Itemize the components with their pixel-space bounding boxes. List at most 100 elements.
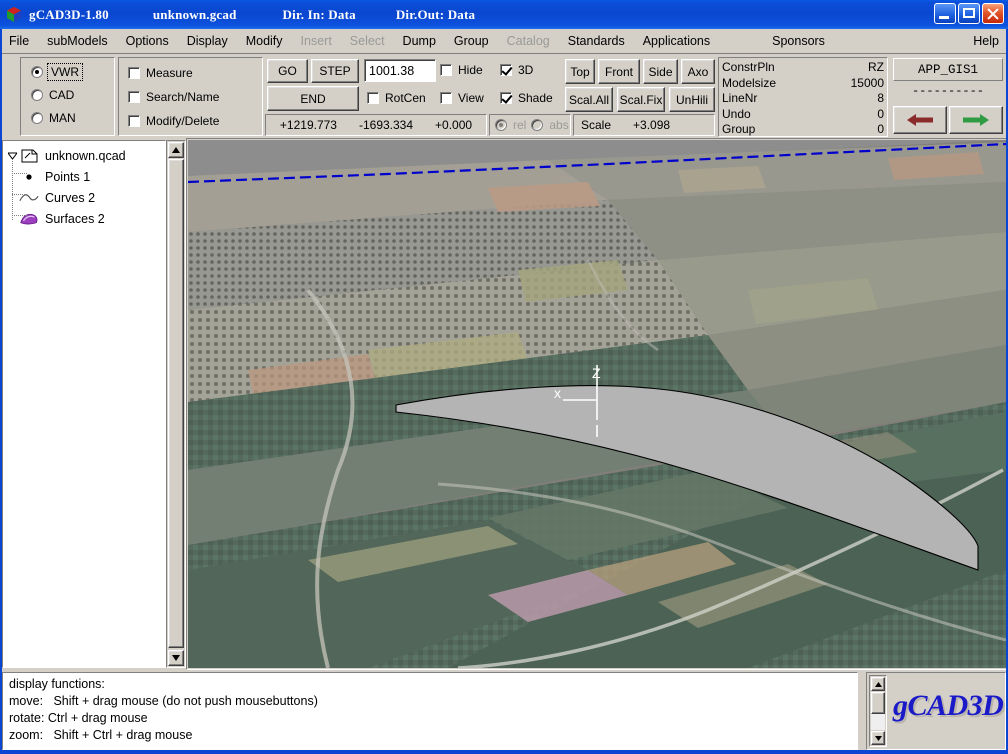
logo-panel: gCAD3D [866,672,1006,750]
scale-readout: Scale +3.098 [573,114,715,136]
checkbox-modify-delete-label: Modify/Delete [146,114,219,128]
checkbox-rotcen-icon [367,92,379,104]
checkbox-measure[interactable]: Measure [128,66,262,80]
mode-vwr[interactable]: VWR [31,65,114,79]
mode-group: VWR CAD MAN [20,57,115,136]
tree-connector-points [12,173,28,174]
status-line-2: move: Shift + drag mouse (do not push mo… [3,693,857,710]
menu-group[interactable]: Group [445,31,498,51]
tree-scroll-thumb[interactable] [168,159,184,648]
model-tree[interactable]: unknown.qcad Points 1 Curves 2 [2,140,166,668]
menu-help[interactable]: Help [964,31,1008,51]
mode-cad[interactable]: CAD [31,88,114,102]
scale-fix-button[interactable]: Scal.Fix [617,87,665,112]
checkbox-rotcen[interactable]: RotCen [367,91,426,105]
logo-scroll-thumb[interactable] [871,692,885,714]
radio-rel-label: rel [513,118,526,132]
menu-standards[interactable]: Standards [559,31,634,51]
tree-connector-surfaces [12,215,28,216]
checkbox-view[interactable]: View [440,91,484,105]
radio-rel[interactable]: rel [495,118,526,132]
forward-button[interactable] [949,106,1003,134]
checkbox-view-label: View [458,91,484,105]
coord-y-value: -1693.334 [359,118,413,132]
checkbox-search-name[interactable]: Search/Name [128,90,262,104]
menu-dump[interactable]: Dump [394,31,445,51]
tree-root-label: unknown.qcad [39,149,126,163]
gcad3d-logo: gCAD3D [893,689,1003,723]
mode-man[interactable]: MAN [31,111,114,125]
axis-indicator: Z x [188,140,1006,668]
info-value-group: 0 [820,122,887,138]
tree-item-points[interactable]: Points 1 [3,166,165,187]
view-side-button[interactable]: Side [643,59,678,84]
tree-connector-curves [12,194,28,195]
checkbox-3d[interactable]: 3D [500,63,533,77]
menu-sponsors[interactable]: Sponsors [763,31,834,51]
tree-scroll-down-button[interactable] [168,650,184,666]
tree-scrollbar[interactable] [166,140,186,668]
menu-applications[interactable]: Applications [634,31,719,51]
window-frame-bottom [0,750,1008,754]
back-arrow-icon [907,113,933,127]
app-name-button[interactable]: APP_GIS1 [893,58,1003,81]
info-value-undo: 0 [820,107,887,123]
logo-scrollbar[interactable] [869,675,887,747]
go-button[interactable]: GO [267,59,308,83]
checkbox-measure-icon [128,67,140,79]
scale-all-button[interactable]: Scal.All [565,87,613,112]
view-top-button[interactable]: Top [565,59,595,84]
coord-mode-group: rel abs [489,114,571,136]
scale-value: +3.098 [633,118,670,132]
info-table: ConstrPln RZ Modelsize 15000 LineNr 8 Un… [719,60,887,138]
checkbox-shade-icon [500,92,512,104]
action-group: Measure Search/Name Modify/Delete [118,57,263,136]
menu-options[interactable]: Options [117,31,178,51]
menu-submodels[interactable]: subModels [38,31,116,51]
unhili-button[interactable]: UnHili [669,87,715,112]
tree-scroll-up-button[interactable] [168,142,184,158]
coord-z-value: +0.000 [435,118,472,132]
value-input[interactable]: 1001.38 [364,59,436,82]
logo-scroll-down-button[interactable] [871,731,885,745]
info-label-undo: Undo [719,107,820,123]
close-button[interactable] [982,3,1004,24]
maximize-button[interactable] [958,3,980,24]
back-button[interactable] [893,106,947,134]
checkbox-shade[interactable]: Shade [500,91,553,105]
tree-item-root[interactable]: unknown.qcad [3,145,165,166]
checkbox-hide-icon [440,64,452,76]
menu-file[interactable]: File [0,31,38,51]
logo-scroll-up-button[interactable] [871,677,885,691]
status-line-1: display functions: [3,676,857,693]
checkbox-view-icon [440,92,452,104]
end-button[interactable]: END [267,86,359,111]
menu-display[interactable]: Display [178,31,237,51]
info-value-constrpln: RZ [820,60,887,76]
menu-select: Select [341,31,394,51]
document-icon [19,149,39,163]
info-value-modelsize: 15000 [820,76,887,92]
minimize-button[interactable] [934,3,956,24]
menu-modify[interactable]: Modify [237,31,292,51]
status-line-3: rotate: Ctrl + drag mouse [3,710,857,727]
viewport-3d[interactable]: Z x [188,140,1006,668]
checkbox-search-name-label: Search/Name [146,90,219,104]
tree-item-surfaces-label: Surfaces 2 [39,212,105,226]
checkbox-modify-delete[interactable]: Modify/Delete [128,114,262,128]
menu-insert: Insert [292,31,341,51]
radio-abs-label: abs [549,118,568,132]
dir-out-label: Dir.Out: Data [396,7,475,23]
view-front-button[interactable]: Front [598,59,640,84]
scale-label: Scale [581,118,611,132]
radio-abs[interactable]: abs [531,118,568,132]
status-log[interactable]: display functions: move: Shift + drag mo… [2,672,858,750]
step-button[interactable]: STEP [311,59,359,83]
checkbox-hide[interactable]: Hide [440,63,483,77]
view-axo-button[interactable]: Axo [681,59,715,84]
info-label-group: Group [719,122,820,138]
info-value-linenr: 8 [820,91,887,107]
tree-item-surfaces[interactable]: Surfaces 2 [3,208,165,229]
tree-item-curves[interactable]: Curves 2 [3,187,165,208]
coord-x-value: +1219.773 [280,118,337,132]
